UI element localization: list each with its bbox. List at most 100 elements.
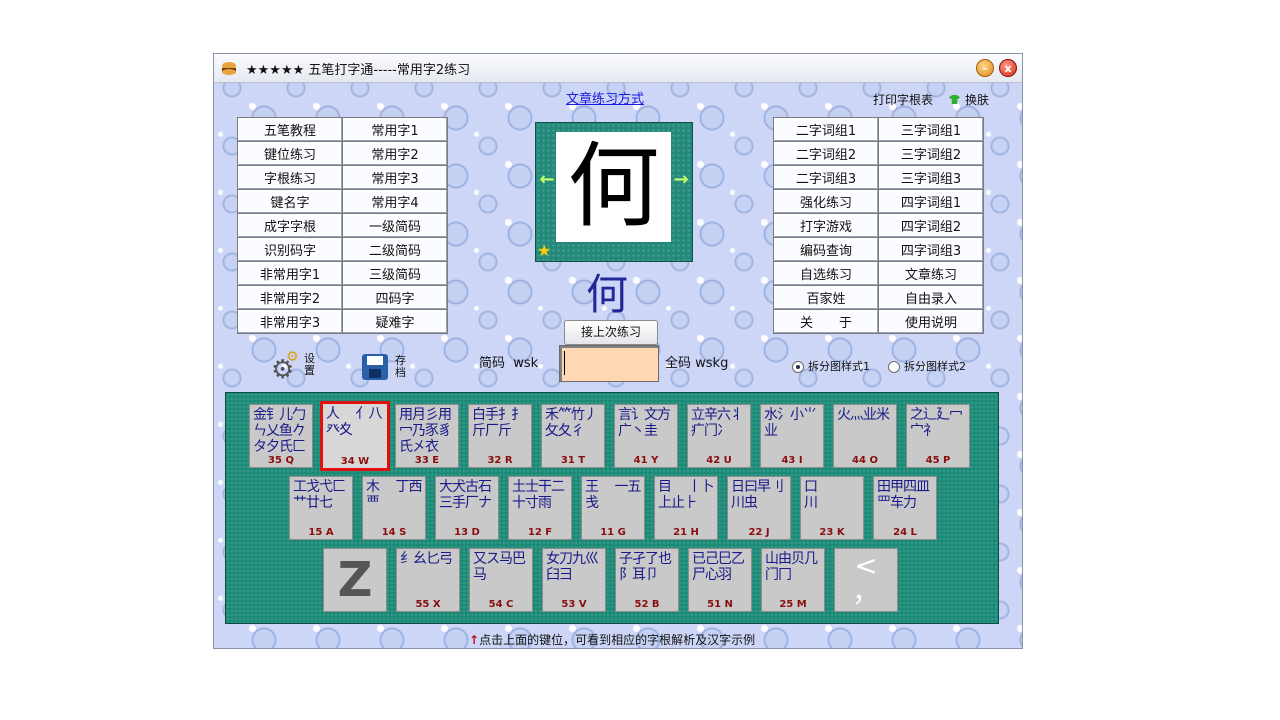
floppy-disk-icon	[362, 354, 388, 380]
settings-label: 设置	[304, 352, 315, 377]
key-f[interactable]: 土士干二十寸雨 12 F	[508, 476, 572, 540]
key-u[interactable]: 立辛六丬疒门冫 42 U	[687, 404, 751, 468]
menu-two-char-words-2[interactable]: 二字词组2	[773, 141, 879, 166]
title-bar[interactable]: ★★★★★ 五笔打字通-----常用字2练习 – x	[214, 54, 1022, 83]
menu-four-char-words-1[interactable]: 四字词组1	[878, 189, 984, 214]
key-a[interactable]: 工戈弋匚艹廿七 15 A	[289, 476, 353, 540]
key-n[interactable]: 已己巳乙尸心羽 51 N	[688, 548, 752, 612]
menu-typing-game[interactable]: 打字游戏	[773, 213, 879, 238]
key-code: 43 I	[781, 455, 803, 466]
key-h[interactable]: 目 丨卜上止⺊ 21 H	[654, 476, 718, 540]
key-e[interactable]: 用月彡用冖乃豕豸氏㐅衣 33 E	[395, 404, 459, 468]
key-comma[interactable]: < ，	[834, 548, 898, 612]
key-o[interactable]: 火灬业米 44 O	[833, 404, 897, 468]
prev-arrow-icon[interactable]: ←	[538, 171, 556, 189]
key-w[interactable]: 人 亻八癶夊 34 W	[320, 401, 390, 471]
menu-level1-short[interactable]: 一级简码	[342, 213, 448, 238]
key-j[interactable]: 日曰早刂川虫 22 J	[727, 476, 791, 540]
key-roots: 白手扌⺘斤厂斤	[472, 407, 525, 439]
key-code: 11 G	[600, 527, 626, 538]
key-i[interactable]: 水氵小⺌业 43 I	[760, 404, 824, 468]
key-roots: 大犬古石三手厂ナ	[439, 479, 492, 511]
short-code-label: 简码	[479, 356, 506, 371]
menu-custom-practice[interactable]: 自选练习	[773, 261, 879, 286]
menu-key-name-chars[interactable]: 键名字	[237, 189, 343, 214]
menu-common-chars-2[interactable]: 常用字2	[342, 141, 448, 166]
menu-about[interactable]: 关 于	[773, 309, 879, 334]
minimize-button[interactable]: –	[976, 59, 994, 77]
key-l[interactable]: 田甲四皿罒车力 24 L	[873, 476, 937, 540]
key-code: 21 H	[673, 527, 699, 538]
menu-root-practice[interactable]: 字根练习	[237, 165, 343, 190]
key-g[interactable]: 王 一五 戋 11 G	[581, 476, 645, 540]
menu-two-char-words-3[interactable]: 二字词组3	[773, 165, 879, 190]
settings-button[interactable]: ⚙ ⚙ 设置	[271, 349, 321, 385]
key-q[interactable]: 金钅儿勹ㄣ乂鱼𠂊タ夕氏匚 35 Q	[249, 404, 313, 468]
menu-key-practice[interactable]: 键位练习	[237, 141, 343, 166]
key-roots: 女刀九巛臼彐	[546, 551, 599, 583]
article-practice-mode-link[interactable]: 文章练习方式	[566, 88, 644, 107]
menu-common-chars-1[interactable]: 常用字1	[342, 117, 448, 142]
menu-common-chars-3[interactable]: 常用字3	[342, 165, 448, 190]
menu-char-roots[interactable]: 成字字根	[237, 213, 343, 238]
key-p[interactable]: 之辶廴冖宀礻 45 P	[906, 404, 970, 468]
character-display-panel: 何 ← → ★	[535, 122, 693, 262]
menu-level3-short[interactable]: 三级简码	[342, 261, 448, 286]
split-style-2-radio[interactable]: 拆分图样式2	[888, 358, 966, 374]
menu-article-practice[interactable]: 文章练习	[878, 261, 984, 286]
menu-wubi-tutorial[interactable]: 五笔教程	[237, 117, 343, 142]
menu-uncommon-3[interactable]: 非常用字3	[237, 309, 343, 334]
menu-instructions[interactable]: 使用说明	[878, 309, 984, 334]
menu-uncommon-1[interactable]: 非常用字1	[237, 261, 343, 286]
key-x[interactable]: 纟幺匕弓 55 X	[396, 548, 460, 612]
key-z[interactable]: Z	[323, 548, 387, 612]
text-caret	[564, 351, 565, 375]
print-root-table-link[interactable]: 打印字根表	[873, 91, 933, 108]
next-arrow-icon[interactable]: →	[672, 171, 690, 189]
menu-two-char-words-1[interactable]: 二字词组1	[773, 117, 879, 142]
menu-common-chars-4[interactable]: 常用字4	[342, 189, 448, 214]
menu-intensive-practice[interactable]: 强化练习	[773, 189, 879, 214]
key-m[interactable]: 山由贝几门冂 25 M	[761, 548, 825, 612]
key-k[interactable]: 口 川 23 K	[800, 476, 864, 540]
key-v[interactable]: 女刀九巛臼彐 53 V	[542, 548, 606, 612]
close-button[interactable]: x	[999, 59, 1017, 77]
key-code: 32 R	[487, 455, 513, 466]
typing-input[interactable]	[559, 345, 659, 382]
key-code: 54 C	[488, 599, 514, 610]
save-button[interactable]: 存档	[362, 351, 412, 385]
menu-code-lookup[interactable]: 编码查询	[773, 237, 879, 262]
key-roots: 木 丁西 覀	[366, 479, 424, 511]
menu-level2-short[interactable]: 二级简码	[342, 237, 448, 262]
menu-four-char-words-2[interactable]: 四字词组2	[878, 213, 984, 238]
menu-id-code-chars[interactable]: 识别码字	[237, 237, 343, 262]
change-skin-link[interactable]: 换肤	[949, 91, 989, 108]
key-t[interactable]: 禾⺮竹丿攵夂彳 31 T	[541, 404, 605, 468]
key-code: 34 W	[340, 456, 370, 467]
key-b[interactable]: 子孑了也阝耳卩 52 B	[615, 548, 679, 612]
key-roots: 火灬业米	[837, 407, 890, 423]
key-code: 25 M	[779, 599, 807, 610]
menu-four-char-words-3[interactable]: 四字词组3	[878, 237, 984, 262]
menu-surnames[interactable]: 百家姓	[773, 285, 879, 310]
menu-difficult-chars[interactable]: 疑难字	[342, 309, 448, 334]
right-menu: 二字词组1 三字词组1 二字词组2 三字词组2 二字词组3 三字词组3 强化练习 四字词…	[773, 117, 984, 334]
menu-three-char-words-1[interactable]: 三字词组1	[878, 117, 984, 142]
key-roots: 已己巳乙尸心羽	[692, 551, 745, 583]
key-code: 42 U	[706, 455, 732, 466]
split-style-1-radio[interactable]: 拆分图样式1	[792, 358, 870, 374]
menu-free-input[interactable]: 自由录入	[878, 285, 984, 310]
key-r[interactable]: 白手扌⺘斤厂斤 32 R	[468, 404, 532, 468]
menu-three-char-words-2[interactable]: 三字词组2	[878, 141, 984, 166]
menu-uncommon-2[interactable]: 非常用字2	[237, 285, 343, 310]
key-roots: 人 亻八癶夊	[326, 406, 382, 438]
continue-last-practice-button[interactable]: 接上次练习	[564, 320, 658, 345]
key-c[interactable]: 又ス马巴 马 54 C	[469, 548, 533, 612]
short-code-value: wsk	[513, 356, 539, 371]
menu-four-code[interactable]: 四码字	[342, 285, 448, 310]
key-s[interactable]: 木 丁西 覀 14 S	[362, 476, 426, 540]
key-y[interactable]: 言讠文方广丶圭 41 Y	[614, 404, 678, 468]
menu-three-char-words-3[interactable]: 三字词组3	[878, 165, 984, 190]
key-d[interactable]: 大犬古石三手厂ナ 13 D	[435, 476, 499, 540]
star-icon[interactable]: ★	[537, 243, 551, 259]
